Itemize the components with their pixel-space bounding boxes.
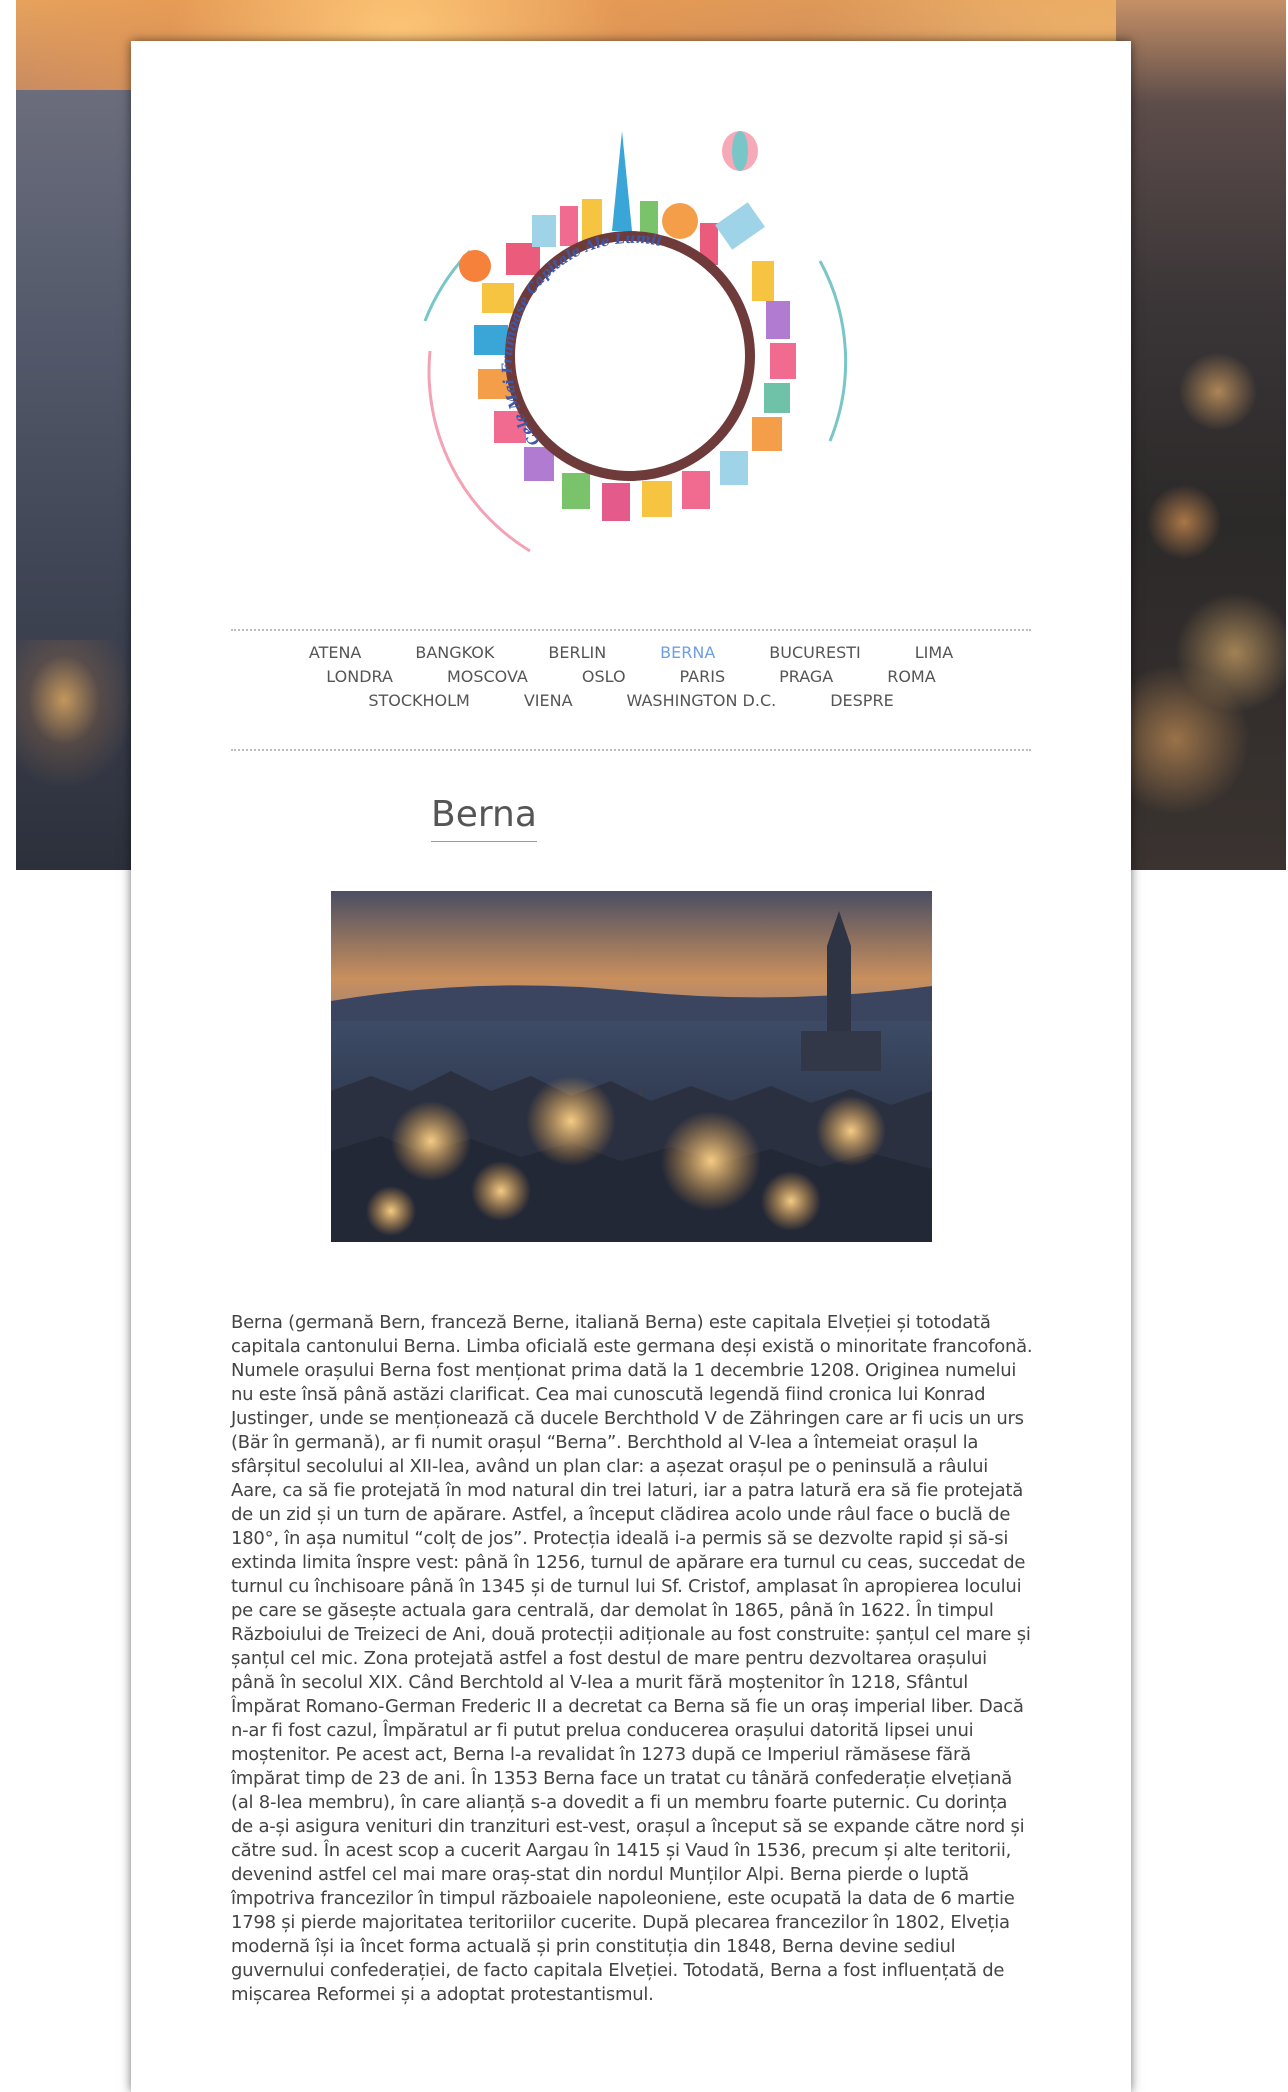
hero-photo-bern [331, 891, 932, 1242]
hero-photo-graphic [331, 891, 932, 1242]
nav-link-washington-dc[interactable]: WASHINGTON D.C. [600, 689, 804, 713]
nav-link-bucuresti[interactable]: BUCURESTI [742, 641, 887, 665]
nav-link-moscova[interactable]: MOSCOVA [420, 665, 555, 689]
content-page: Cele Mai Frumoase Capitale Ale Lumii ATE… [131, 41, 1131, 2092]
nav-link-londra[interactable]: LONDRA [299, 665, 420, 689]
background-harbor-lights [16, 640, 136, 790]
nav-link-atena[interactable]: ATENA [282, 641, 389, 665]
page-title: Berna [431, 791, 537, 842]
nav-top-divider [231, 629, 1031, 631]
site-logo-graphic: Cele Mai Frumoase Capitale Ale Lumii [423, 131, 848, 553]
nav-link-oslo[interactable]: OSLO [555, 665, 653, 689]
nav-row-2: LONDRA MOSCOVA OSLO PARIS PRAGA ROMA [231, 665, 1031, 689]
background-hillside-city [1116, 0, 1286, 870]
nav-link-praga[interactable]: PRAGA [752, 665, 860, 689]
main-navigation: ATENA BANGKOK BERLIN BERNA BUCURESTI LIM… [231, 641, 1031, 781]
article-body: Berna (germană Bern, franceză Berne, ita… [231, 1312, 1033, 2005]
nav-link-berna[interactable]: BERNA [633, 641, 742, 665]
nav-link-lima[interactable]: LIMA [888, 641, 980, 665]
nav-link-berlin[interactable]: BERLIN [521, 641, 633, 665]
nav-link-viena[interactable]: VIENA [497, 689, 600, 713]
nav-link-despre[interactable]: DESPRE [803, 689, 920, 713]
nav-bottom-divider [231, 749, 1031, 751]
nav-row-3: STOCKHOLM VIENA WASHINGTON D.C. DESPRE [231, 689, 1031, 713]
nav-link-paris[interactable]: PARIS [653, 665, 753, 689]
nav-link-bangkok[interactable]: BANGKOK [388, 641, 521, 665]
site-logo[interactable]: Cele Mai Frumoase Capitale Ale Lumii [390, 111, 870, 601]
nav-row-1: ATENA BANGKOK BERLIN BERNA BUCURESTI LIM… [231, 641, 1031, 665]
nav-link-stockholm[interactable]: STOCKHOLM [341, 689, 497, 713]
nav-link-roma[interactable]: ROMA [860, 665, 962, 689]
